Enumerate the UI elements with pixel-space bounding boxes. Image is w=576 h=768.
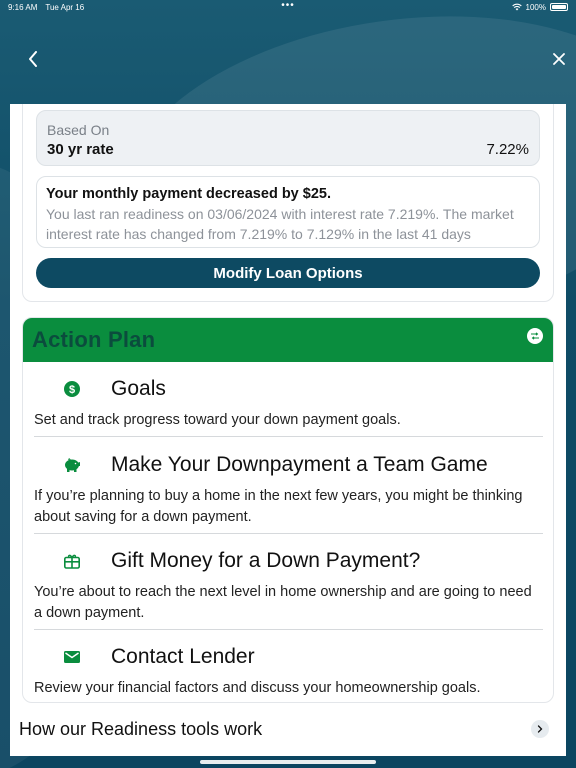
payment-headline: Your monthly payment decreased by $25. — [46, 186, 331, 202]
action-item-goals[interactable]: $ Goals Set and track progress toward yo… — [23, 362, 553, 437]
gift-card-icon — [58, 550, 86, 572]
modify-loan-options-button[interactable]: Modify Loan Options — [36, 258, 540, 288]
dollar-icon: $ — [58, 378, 86, 400]
wifi-icon — [511, 3, 522, 11]
home-indicator[interactable] — [200, 760, 376, 764]
mail-icon — [58, 646, 86, 668]
action-plan-header: Action Plan — [23, 318, 553, 362]
rate-value: 7.22% — [486, 141, 529, 158]
readiness-tools-label: How our Readiness tools work — [19, 718, 263, 739]
close-icon — [553, 53, 565, 65]
action-plan-card: Action Plan $ Goals Set and track progre… — [22, 317, 554, 703]
action-item-gift-money[interactable]: Gift Money for a Down Payment? You’re ab… — [23, 534, 553, 630]
rate-term: 30 yr rate — [47, 141, 114, 158]
action-item-title: Goals — [111, 377, 166, 400]
back-button[interactable] — [20, 46, 46, 72]
content-sheet[interactable]: Based On 30 yr rate 7.22% Your monthly p… — [10, 104, 566, 756]
battery-icon — [550, 3, 568, 11]
status-date: Tue Apr 16 — [45, 2, 85, 12]
readiness-tools-link[interactable]: How our Readiness tools work — [19, 714, 555, 744]
action-item-desc: If you’re planning to buy a home in the … — [34, 488, 523, 525]
chevron-left-icon — [29, 51, 37, 67]
status-bar: 9:16 AM Tue Apr 16 ••• 100% — [0, 0, 576, 14]
action-item-desc: Review your financial factors and discus… — [34, 680, 481, 696]
payment-change-box: Your monthly payment decreased by $25. Y… — [36, 176, 540, 248]
action-item-title: Make Your Downpayment a Team Game — [111, 453, 488, 476]
action-item-contact-lender[interactable]: Contact Lender Review your financial fac… — [23, 630, 553, 702]
action-plan-title: Action Plan — [32, 327, 156, 352]
action-item-team-game[interactable]: Make Your Downpayment a Team Game If you… — [23, 437, 553, 534]
based-on-label: Based On — [47, 122, 110, 138]
close-button[interactable] — [546, 46, 572, 72]
status-time: 9:16 AM — [8, 2, 38, 12]
piggy-bank-icon — [58, 454, 86, 476]
based-on-box: Based On 30 yr rate 7.22% — [36, 110, 540, 166]
multitasking-dots-icon[interactable]: ••• — [281, 0, 295, 11]
battery-percent: 100% — [525, 2, 546, 12]
action-item-desc: Set and track progress toward your down … — [34, 412, 401, 428]
svg-text:$: $ — [69, 384, 75, 396]
action-item-desc: You’re about to reach the next level in … — [34, 584, 532, 621]
payment-detail: You last ran readiness on 03/06/2024 wit… — [46, 206, 514, 242]
action-item-title: Gift Money for a Down Payment? — [111, 549, 421, 572]
chevron-right-icon — [531, 720, 549, 738]
collapse-toggle-icon[interactable] — [527, 328, 543, 344]
action-item-title: Contact Lender — [111, 645, 255, 668]
